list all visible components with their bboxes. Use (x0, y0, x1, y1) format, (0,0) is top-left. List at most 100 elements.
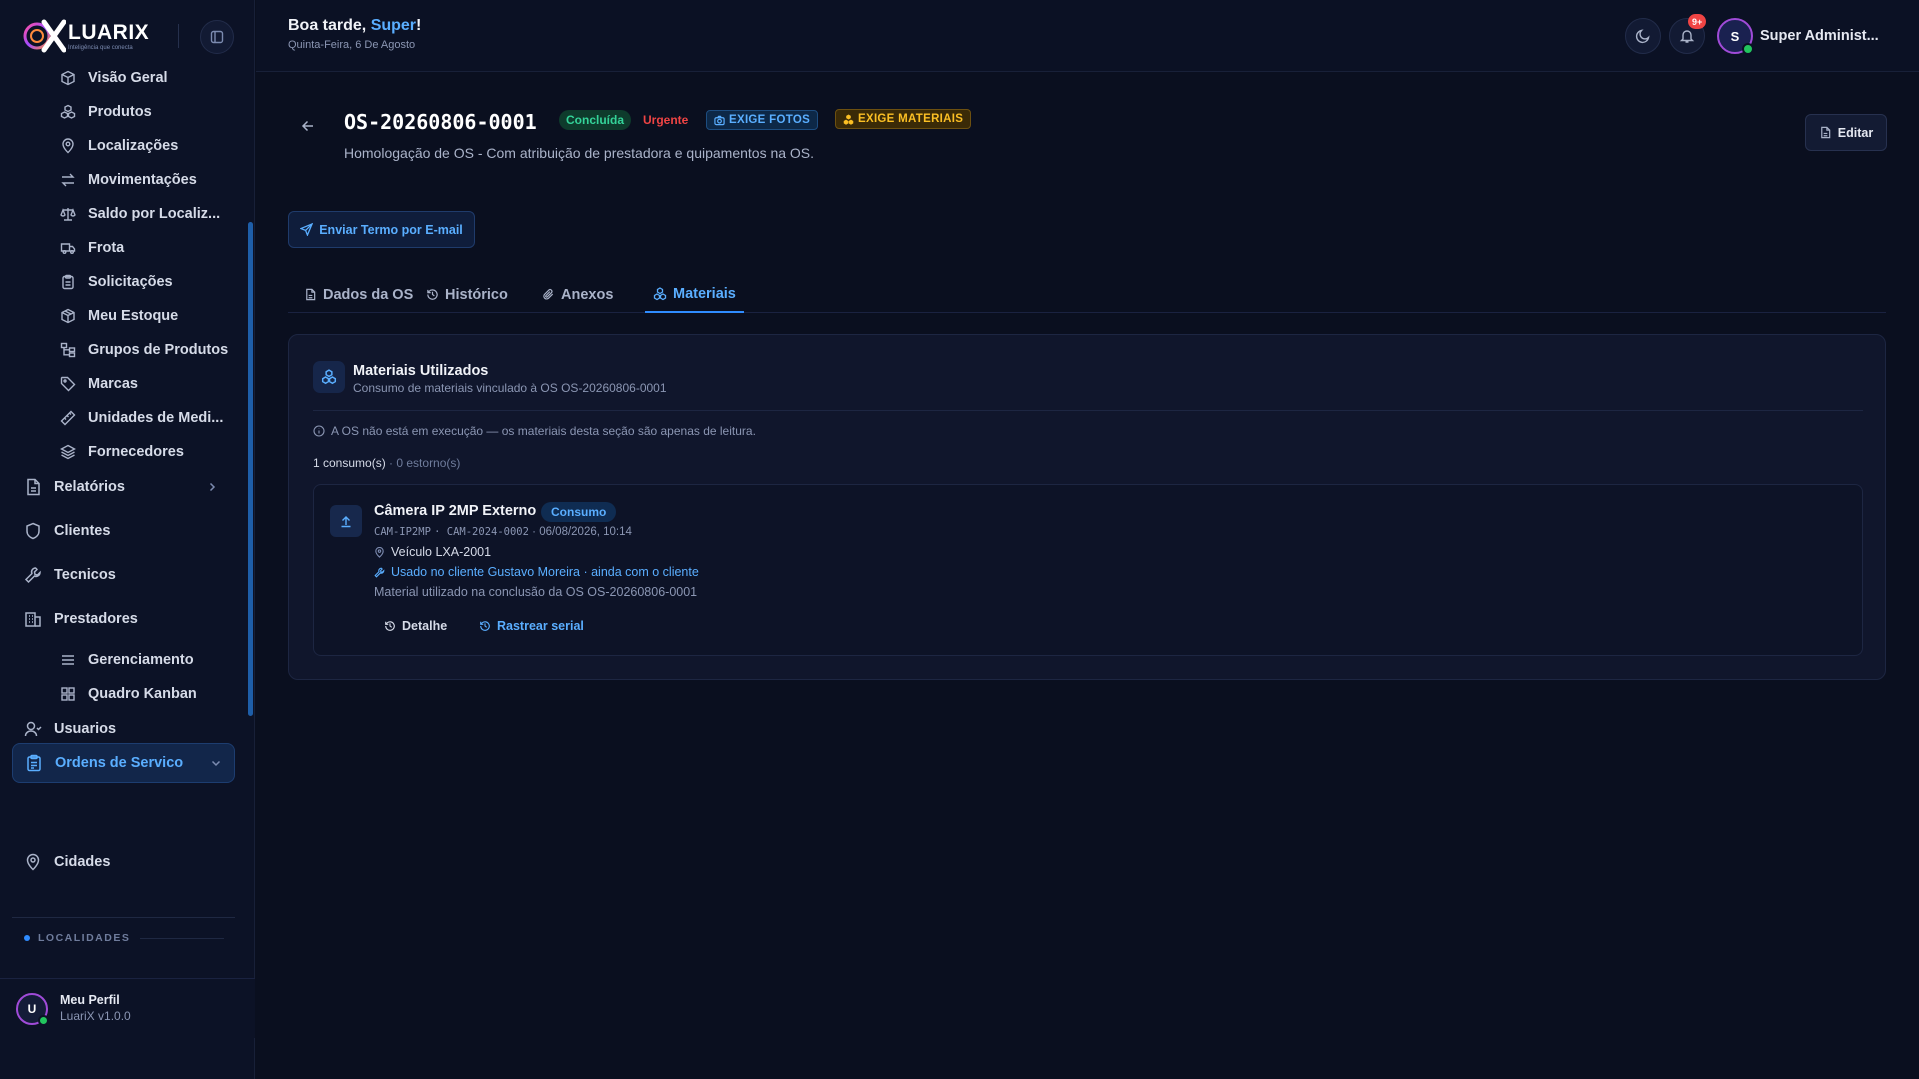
chevron-right-icon (209, 482, 216, 492)
tab-label: Histórico (445, 286, 508, 303)
sidebar-item-kanban[interactable]: Quadro Kanban (60, 678, 197, 710)
materials-title: Materiais Utilizados (353, 363, 489, 379)
track-serial-button[interactable]: Rastrear serial (471, 613, 592, 639)
send-email-button[interactable]: Enviar Termo por E-mail (288, 211, 475, 248)
boxes-icon (653, 286, 667, 300)
sidebar-scrollbar[interactable] (248, 222, 253, 716)
sidebar-item-ordens-servico[interactable]: Ordens de Servico (12, 743, 235, 783)
tab-dados-os[interactable]: Dados da OS (296, 276, 421, 313)
materials-panel: Materiais Utilizados Consumo de materiai… (288, 334, 1886, 680)
sidebar-item-label: Solicitações (88, 274, 173, 290)
map-pin-icon (26, 853, 40, 871)
building-icon (25, 612, 41, 627)
sidebar-item-clientes[interactable]: Clientes (24, 514, 230, 548)
sidebar-item-localizacoes[interactable]: Localizações (60, 130, 178, 162)
track-serial-label: Rastrear serial (497, 619, 584, 633)
sidebar-item-label: Unidades de Medi... (88, 410, 224, 426)
map-pin-icon (62, 138, 74, 154)
tab-label: Materiais (673, 285, 736, 302)
priority-badge: Urgente (643, 113, 689, 127)
wrench-icon (374, 567, 385, 578)
sidebar-item-cidades[interactable]: Cidades (24, 845, 230, 879)
meta-separator: · (434, 526, 447, 538)
brand-tagline: Inteligência que conecta (68, 44, 133, 51)
sidebar-item-solicitacoes[interactable]: Solicitações (60, 266, 173, 298)
sidebar-item-label: Gerenciamento (88, 652, 194, 668)
moon-icon (1635, 29, 1650, 44)
user-name[interactable]: Super Administ... (1760, 28, 1879, 44)
logo-separator (178, 24, 179, 48)
page-subtitle: Homologação de OS - Com atribuição de pr… (344, 145, 815, 161)
sidebar-item-label: Quadro Kanban (88, 686, 197, 702)
notification-badge: 9+ (1688, 14, 1707, 29)
sidebar-item-tecnicos[interactable]: Tecnicos (24, 558, 230, 592)
history-icon (480, 621, 490, 631)
app-version: LuariX v1.0.0 (60, 1008, 131, 1023)
sidebar-item-gerenciamento[interactable]: Gerenciamento (60, 644, 194, 676)
arrow-up-icon (341, 516, 351, 528)
avatar: U (16, 992, 49, 1026)
profile-card[interactable]: U Meu Perfil LuariX v1.0.0 (0, 978, 255, 1038)
sidebar-item-label: Movimentações (88, 172, 197, 188)
sidebar-item-prestadores[interactable]: Prestadores (24, 602, 230, 636)
sidebar-item-produtos[interactable]: Produtos (60, 96, 152, 128)
list-icon (62, 655, 74, 665)
edit-button[interactable]: Editar (1805, 114, 1887, 151)
scale-icon (60, 208, 76, 221)
user-initial: S (1730, 28, 1740, 44)
sidebar-item-visao-geral[interactable]: Visão Geral (60, 62, 168, 94)
sidebar-item-marcas[interactable]: Marcas (60, 368, 138, 400)
tab-anexos[interactable]: Anexos (534, 276, 621, 313)
document-icon (306, 288, 316, 301)
detail-button[interactable]: Detalhe (376, 613, 455, 639)
layers-icon (60, 444, 76, 460)
section-label-localidades: LOCALIDADES (24, 932, 225, 944)
sidebar-item-label: Fornecedores (88, 444, 184, 460)
sidebar-item-grupos-produtos[interactable]: Grupos de Produtos (60, 334, 228, 366)
sidebar-item-fornecedores[interactable]: Fornecedores (60, 436, 184, 468)
wrench-icon (24, 567, 41, 584)
detail-button-label: Detalhe (402, 619, 448, 633)
cube-icon (61, 70, 75, 86)
sidebar-item-frota[interactable]: Frota (60, 232, 124, 264)
material-code: CAM-IP2MP (374, 526, 431, 538)
sidebar-item-unidades[interactable]: Unidades de Medi... (60, 402, 223, 434)
sidebar-item-saldo[interactable]: Saldo por Localiz... (60, 198, 220, 230)
sidebar-item-meu-estoque[interactable]: Meu Estoque (60, 300, 178, 332)
back-button[interactable] (300, 118, 316, 134)
sidebar-item-usuarios[interactable]: Usuarios (24, 712, 230, 746)
collapse-sidebar-button[interactable] (200, 20, 234, 54)
requires-photos-label: EXIGE FOTOS (729, 114, 811, 126)
info-icon (313, 425, 325, 437)
materials-subtitle: Consumo de materiais vinculado à OS OS-2… (353, 381, 667, 395)
greeting-name: Super (370, 17, 417, 34)
theme-toggle-button[interactable] (1625, 18, 1661, 54)
material-item-card: Câmera IP 2MP Externo Consumo CAM-IP2MP … (313, 484, 1863, 656)
reversal-count: 0 estorno(s) (396, 456, 461, 470)
sidebar-item-movimentacoes[interactable]: Movimentações (60, 164, 197, 196)
tree-icon (60, 342, 76, 358)
file-icon (27, 478, 40, 496)
arrows-exchange-icon (61, 173, 75, 187)
avatar-initial: U (27, 1001, 37, 1016)
sidebar-nav[interactable]: Visão Geral Produtos Localizações Movime… (0, 62, 255, 972)
tab-historico[interactable]: Histórico (418, 276, 516, 313)
profile-name: Meu Perfil (60, 993, 120, 1008)
bell-icon (1679, 30, 1695, 43)
material-location-text: Veículo LXA-2001 (391, 545, 492, 559)
sidebar-item-label: Saldo por Localiz... (88, 206, 221, 222)
map-pin-icon (375, 546, 384, 558)
camera-icon (714, 115, 725, 125)
consumption-counts: 1 consumo(s) · 0 estorno(s) (313, 456, 460, 470)
sidebar-item-relatorios[interactable]: Relatórios (24, 470, 230, 504)
arrow-left-icon (301, 120, 313, 132)
truck-icon (60, 243, 76, 254)
user-avatar[interactable]: S (1717, 18, 1754, 55)
os-tabs: Dados da OS Histórico Anexos Materiais (288, 276, 1886, 313)
tab-materiais[interactable]: Materiais (645, 276, 744, 313)
material-client-note: Usado no cliente Gustavo Moreira · ainda… (374, 565, 699, 579)
paperclip-icon (543, 288, 554, 300)
boxes-icon (321, 369, 337, 385)
material-name: Câmera IP 2MP Externo (374, 503, 537, 519)
consumption-count: 1 consumo(s) (313, 456, 386, 470)
